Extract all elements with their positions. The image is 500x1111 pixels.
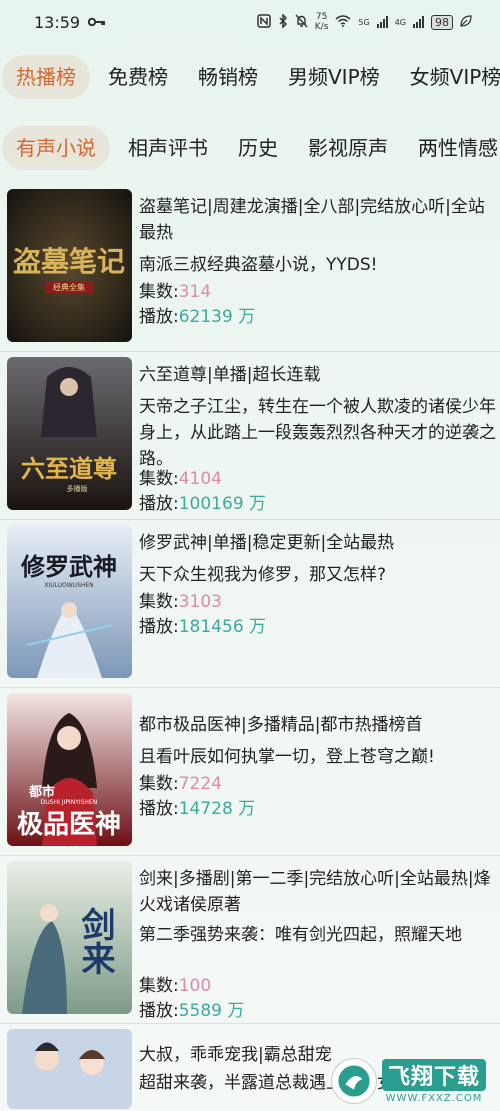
play-count: 播放:181456 万 xyxy=(139,615,500,640)
book-description: 第二季强势来袭：唯有剑光四起，照耀天地 xyxy=(139,925,462,945)
book-cover[interactable] xyxy=(7,1029,132,1109)
signal1-label: 5G xyxy=(358,17,370,27)
book-description: 南派三叔经典盗墓小说，YYDS! xyxy=(139,255,378,275)
cover-subtitle: XIULUOWUSHEN xyxy=(44,582,93,589)
watermark-logo: 飞翔下载 WWW.FXXZ.COM xyxy=(332,1055,492,1107)
bluetooth-icon xyxy=(278,12,288,31)
episode-value: 4104 xyxy=(178,469,222,489)
tab-hot-chart[interactable]: 热播榜 xyxy=(2,55,90,99)
episode-label: 集数: xyxy=(139,976,179,996)
book-description: 且看叶辰如何执掌一切，登上苍穹之巅! xyxy=(139,747,435,767)
play-label: 播放: xyxy=(139,307,179,327)
wifi-icon xyxy=(335,14,351,30)
play-label: 播放: xyxy=(139,1001,179,1021)
book-title[interactable]: 六至道尊|单播|超长连载 xyxy=(139,362,500,388)
net-speed-value: 75 xyxy=(315,12,328,22)
cover-title: 盗墓笔记 xyxy=(13,245,125,278)
play-unit: 万 xyxy=(232,799,256,819)
episode-value: 314 xyxy=(178,282,212,302)
cover-title: 剑来 xyxy=(75,906,115,975)
genre-tab-bar: 有声小说 相声评书 历史 影视原声 两性情感 xyxy=(0,120,500,176)
book-item[interactable]: 剑来 剑来|多播剧|第一二季|完结放心听|全站最热|烽火戏诸侯原著 第二季强势来… xyxy=(0,856,500,1024)
episode-value: 3103 xyxy=(178,592,222,612)
play-value: 5589 xyxy=(178,1001,222,1021)
tab-history[interactable]: 历史 xyxy=(226,126,290,170)
episode-label: 集数: xyxy=(139,469,179,489)
play-label: 播放: xyxy=(139,617,179,637)
book-cover[interactable]: 六至道尊 多播版 xyxy=(7,357,132,510)
book-cover[interactable]: 修罗武神 XIULUOWUSHEN xyxy=(7,525,132,678)
signal2-label: 4G xyxy=(394,17,406,27)
cover-pinyin: DUSHI JIPINYISHEN xyxy=(41,799,97,806)
book-cover[interactable]: 盗墓笔记 经典全集 xyxy=(7,189,132,342)
play-value: 14728 xyxy=(178,799,233,819)
play-count: 播放:62139 万 xyxy=(139,305,500,330)
episode-label: 集数: xyxy=(139,774,179,794)
play-label: 播放: xyxy=(139,799,179,819)
play-count: 播放:100169 万 xyxy=(139,492,500,517)
book-description: 天帝之子江尘，转生在一个被人欺凌的诸侯少年身上，从此踏上一段轰轰烈烈各种天才的逆… xyxy=(139,397,496,469)
tab-bestseller-chart[interactable]: 畅销榜 xyxy=(186,55,270,99)
episode-value: 100 xyxy=(178,976,212,996)
episode-count: 集数:314 xyxy=(139,280,500,305)
episode-count: 集数:100 xyxy=(139,974,500,999)
book-title[interactable]: 修罗武神|单播|稳定更新|全站最热 xyxy=(139,530,500,556)
tab-audio-novel[interactable]: 有声小说 xyxy=(2,126,110,170)
tab-male-vip-chart[interactable]: 男频VIP榜 xyxy=(276,55,392,99)
play-unit: 万 xyxy=(243,617,267,637)
tab-soundtrack[interactable]: 影视原声 xyxy=(296,126,400,170)
status-time: 13:59 xyxy=(34,12,81,32)
net-speed-unit: K/s xyxy=(314,22,329,32)
status-bar: 13:59 75 K/s 5G 4G 98 xyxy=(0,0,500,44)
cover-subtitle: 经典全集 xyxy=(53,282,85,292)
cover-title: 极品医神 xyxy=(17,810,121,840)
tab-relationships[interactable]: 两性情感 xyxy=(406,126,500,170)
book-cover[interactable]: 剑来 xyxy=(7,861,132,1014)
play-count: 播放:5589 万 xyxy=(139,999,500,1024)
episode-count: 集数:7224 xyxy=(139,772,500,797)
nfc-icon xyxy=(257,13,271,31)
episode-label: 集数: xyxy=(139,282,179,302)
watermark-main: 飞翔下载 xyxy=(382,1058,487,1091)
watermark-icon xyxy=(332,1059,376,1103)
book-list: 盗墓笔记 经典全集 盗墓笔记|周建龙演播|全八部|完结放心听|全站最热 南派三叔… xyxy=(0,184,500,1109)
tab-free-chart[interactable]: 免费榜 xyxy=(96,55,180,99)
leaf-icon xyxy=(460,14,472,30)
episode-count: 集数:4104 xyxy=(139,467,500,492)
book-item[interactable]: 都市 DUSHI JIPINYISHEN 极品医神 都市极品医神|多播精品|都市… xyxy=(0,688,500,856)
episode-label: 集数: xyxy=(139,592,179,612)
book-item[interactable]: 盗墓笔记 经典全集 盗墓笔记|周建龙演播|全八部|完结放心听|全站最热 南派三叔… xyxy=(0,184,500,352)
book-cover[interactable]: 都市 DUSHI JIPINYISHEN 极品医神 xyxy=(7,693,132,846)
book-title[interactable]: 盗墓笔记|周建龙演播|全八部|完结放心听|全站最热 xyxy=(139,194,500,246)
cover-subtitle: 多播版 xyxy=(67,484,88,493)
tab-female-vip-chart[interactable]: 女频VIP榜 xyxy=(398,55,500,99)
play-unit: 万 xyxy=(232,307,256,327)
play-unit: 万 xyxy=(243,494,267,514)
book-title[interactable]: 剑来|多播剧|第一二季|完结放心听|全站最热|烽火戏诸侯原著 xyxy=(139,866,500,918)
play-value: 181456 xyxy=(178,617,244,637)
signal2-icon xyxy=(413,16,424,28)
watermark-sub: WWW.FXXZ.COM xyxy=(385,1092,483,1104)
play-unit: 万 xyxy=(222,1001,245,1021)
play-value: 62139 xyxy=(178,307,233,327)
book-item[interactable]: 六至道尊 多播版 六至道尊|单播|超长连载 天帝之子江尘，转生在一个被人欺凌的诸… xyxy=(0,352,500,520)
book-item[interactable]: 修罗武神 XIULUOWUSHEN 修罗武神|单播|稳定更新|全站最热 天下众生… xyxy=(0,520,500,688)
play-count: 播放:14728 万 xyxy=(139,797,500,822)
mute-bell-icon xyxy=(295,14,308,31)
book-description: 天下众生视我为修罗，那又怎样? xyxy=(139,565,387,585)
category-tab-bar: 热播榜 免费榜 畅销榜 男频VIP榜 女频VIP榜 xyxy=(0,50,500,104)
cover-title: 修罗武神 xyxy=(20,552,117,581)
key-icon xyxy=(87,13,106,31)
cover-badge: 都市 xyxy=(28,784,55,800)
play-label: 播放: xyxy=(139,494,179,514)
battery-indicator: 98 xyxy=(431,14,453,30)
network-speed: 75 K/s xyxy=(315,12,329,32)
signal1-icon xyxy=(376,16,388,28)
tab-crosstalk[interactable]: 相声评书 xyxy=(116,126,220,170)
episode-value: 7224 xyxy=(178,774,222,794)
episode-count: 集数:3103 xyxy=(139,590,500,615)
book-title[interactable]: 都市极品医神|多播精品|都市热播榜首 xyxy=(139,712,500,738)
cover-title: 六至道尊 xyxy=(21,454,117,483)
play-value: 100169 xyxy=(178,494,244,514)
